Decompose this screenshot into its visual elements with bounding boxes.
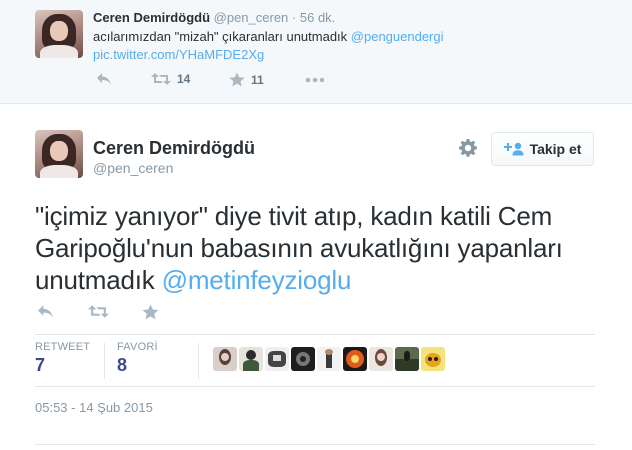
tweet-actions — [35, 304, 595, 326]
reply-button[interactable] — [37, 304, 54, 319]
more-icon — [305, 77, 325, 83]
mention-link[interactable]: @metinfeyzioglu — [162, 265, 352, 295]
header-separator: · — [291, 10, 297, 25]
avatar-face — [50, 140, 68, 161]
favoriter-avatar[interactable] — [213, 347, 237, 371]
follow-button[interactable]: Takip et — [491, 132, 594, 166]
retweet-stat-value: 7 — [35, 355, 46, 375]
retweet-stat[interactable]: RETWEET 7 — [35, 341, 90, 376]
favorite-stat[interactable]: FAVORİ 8 — [117, 341, 158, 376]
user-name[interactable]: Ceren Demirdögdü — [93, 10, 210, 25]
reply-icon — [97, 73, 111, 85]
permalink-tweet: Ceren Demirdögdü @pen_ceren Takip et "iç… — [0, 104, 632, 450]
retweet-icon — [88, 305, 109, 318]
user-avatar[interactable] — [35, 10, 83, 58]
reply-button[interactable] — [96, 72, 112, 86]
reply-icon — [38, 305, 53, 318]
favoriter-avatar[interactable] — [291, 347, 315, 371]
user-avatar[interactable] — [35, 130, 83, 178]
avatar-shirt — [39, 164, 79, 178]
favoriter-avatar[interactable] — [421, 347, 445, 371]
previous-tweet[interactable]: Ceren Demirdögdü @pen_ceren · 56 dk. acı… — [0, 0, 632, 104]
user-name[interactable]: Ceren Demirdögdü — [93, 138, 255, 159]
stats-divider-top — [35, 334, 595, 335]
stats-divider-bottom — [35, 386, 595, 387]
retweet-stat-label: RETWEET — [35, 341, 91, 353]
stat-separator — [198, 343, 199, 379]
favoriter-avatar[interactable] — [395, 347, 419, 371]
follow-person-icon — [503, 142, 524, 156]
favoriter-avatar[interactable] — [317, 347, 341, 371]
retweet-button[interactable]: 14 — [151, 72, 190, 86]
favoriter-avatar[interactable] — [265, 347, 289, 371]
avatar-shirt — [39, 44, 79, 58]
favoriter-avatar[interactable] — [343, 347, 367, 371]
mention-link[interactable]: @penguendergi — [351, 29, 444, 44]
stat-separator — [104, 343, 105, 379]
user-handle[interactable]: @pen_ceren — [93, 160, 173, 176]
favorite-count: 11 — [251, 72, 264, 87]
tweet-time[interactable]: 56 dk. — [300, 10, 335, 25]
tweet-header: Ceren Demirdögdü @pen_ceren · 56 dk. — [93, 10, 335, 25]
tweet-text-body: acılarımızdan "mizah" çıkaranları unutma… — [93, 29, 351, 44]
user-handle[interactable]: @pen_ceren — [214, 10, 289, 25]
follow-button-label: Takip et — [529, 141, 582, 157]
favorite-stat-label: FAVORİ — [117, 341, 158, 353]
favoriter-avatar[interactable] — [239, 347, 263, 371]
tweet-text: "içimiz yanıyor" diye tivit atıp, kadın … — [35, 200, 605, 296]
retweet-icon — [151, 73, 171, 85]
favorite-button[interactable] — [142, 304, 159, 320]
favorite-icon — [229, 72, 245, 87]
favorite-stat-value: 8 — [117, 355, 128, 375]
gear-icon[interactable] — [458, 138, 478, 158]
favoriter-avatars — [213, 347, 447, 371]
more-button[interactable] — [305, 77, 325, 83]
favorite-icon — [142, 304, 159, 320]
pic-link[interactable]: pic.twitter.com/YHaMFDE2Xg — [93, 47, 264, 62]
favoriter-avatar[interactable] — [369, 347, 393, 371]
avatar-face — [50, 20, 68, 41]
retweet-count: 14 — [177, 72, 191, 86]
tweet-date[interactable]: 05:53 - 14 Şub 2015 — [35, 400, 153, 415]
tweet-text: acılarımızdan "mizah" çıkaranları unutma… — [93, 28, 444, 64]
retweet-button[interactable] — [88, 304, 109, 319]
tweet-bottom-divider — [35, 444, 595, 445]
favorite-button[interactable]: 11 — [229, 72, 264, 87]
